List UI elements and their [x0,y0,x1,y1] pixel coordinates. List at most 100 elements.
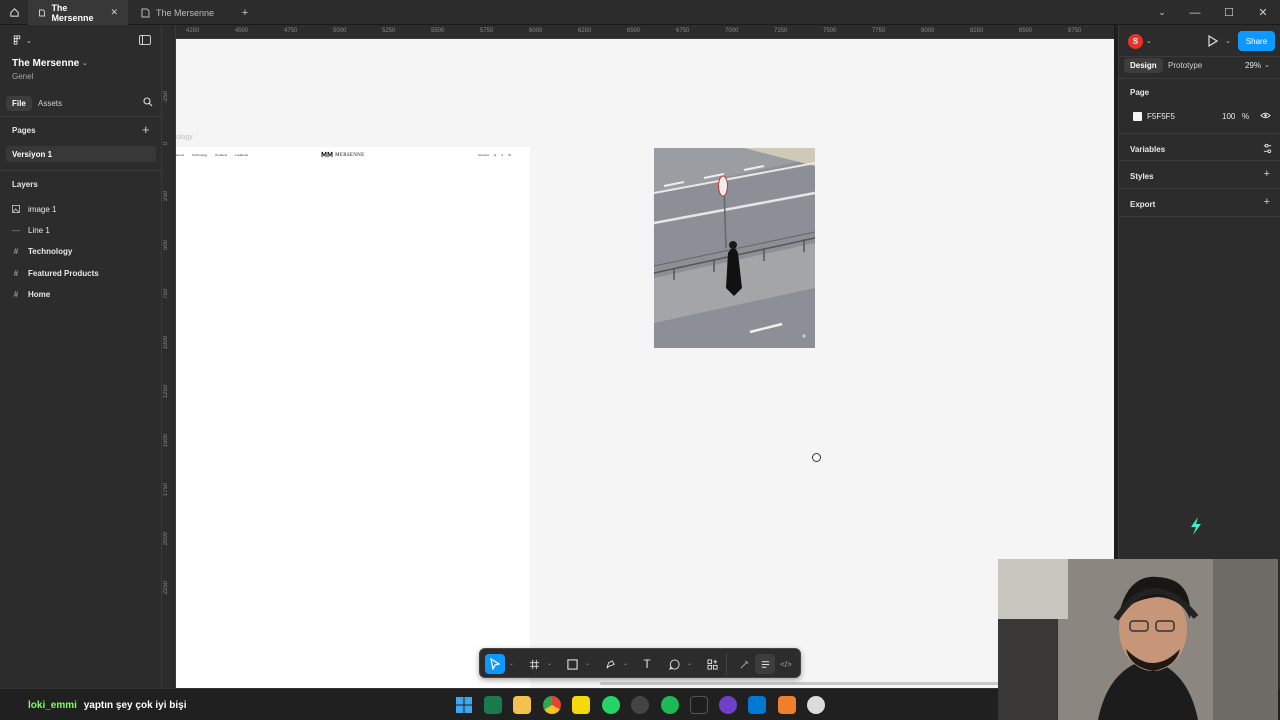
variables-icon[interactable] [1262,143,1273,157]
chevron-down-icon[interactable]: ⌄ [1225,37,1231,45]
chevron-down-icon[interactable]: ⌄ [585,660,590,667]
sticky-notes-icon[interactable] [572,696,590,714]
tab-the-mersenne[interactable]: The Mersenne [130,0,230,25]
comment-tool-icon[interactable] [664,654,684,674]
chrome-icon[interactable] [543,696,561,714]
rectangle-tool-icon[interactable] [562,654,582,674]
chevron-down-icon[interactable]: ⌄ [509,660,514,667]
stream-chat-message: loki_emmi yaptın şey çok iyi bişi [28,700,187,711]
add-export-icon[interactable]: + [1264,196,1270,208]
ruler-tick: 8000 [921,28,935,34]
frame-logo-text: MERSENNE [335,152,365,158]
close-window-icon[interactable]: ✕ [1246,0,1280,25]
windows-start-icon[interactable] [455,696,473,714]
ruler-tick: 8250 [970,28,984,34]
design-mode-icon[interactable] [755,654,775,674]
toggle-sidebar-icon[interactable] [139,35,151,45]
page-opacity[interactable]: 100 [1222,112,1235,121]
divider [1119,160,1280,161]
frame-label[interactable]: ology [176,134,193,141]
whatsapp-icon[interactable] [602,696,620,714]
github-desktop-icon[interactable] [719,696,737,714]
home-icon[interactable] [0,0,28,25]
layer-line-1[interactable]: — Line 1 [12,223,50,237]
layer-home[interactable]: # Home [12,287,50,301]
text-tool-icon[interactable]: T [637,654,657,674]
ruler-tick: 6750 [676,28,690,34]
main-menu-button[interactable]: ⌄ [12,35,32,46]
webcam-overlay [998,559,1278,720]
tab-design[interactable]: Design [1124,58,1163,73]
chat-username: loki_emmi [28,700,77,711]
frame-logo: ⅯⅯ MERSENNE [321,151,364,159]
variables-title: Variables [1130,145,1166,154]
ruler-tick: -250 [163,91,169,104]
chevron-down-icon[interactable]: ⌄ [1264,61,1270,69]
xampp-icon[interactable] [778,696,796,714]
obs-icon[interactable] [631,696,649,714]
eye-icon[interactable] [1260,111,1271,123]
task-view-icon[interactable] [484,696,502,714]
design-canvas[interactable]: ology Home Technology Products Lookbook … [176,39,1114,688]
new-tab-icon[interactable]: + [228,0,262,25]
add-page-icon[interactable]: + [142,122,150,137]
chevron-down-icon[interactable]: ⌄ [687,660,692,667]
file-explorer-icon[interactable] [513,696,531,714]
mersenne-logo-icon: ⅯⅯ [321,152,334,159]
tab-label: The Mersenne [156,7,215,18]
figma-taskbar-icon[interactable] [690,696,708,714]
search-icon[interactable] [143,97,153,110]
app-icon[interactable] [807,696,825,714]
page-color-hex[interactable]: F5F5F5 [1147,112,1175,121]
chevron-down-icon[interactable]: ⌄ [547,660,552,667]
frame-icon: # [13,246,19,256]
page-color-swatch[interactable] [1133,112,1142,121]
ruler-tick: 7000 [725,28,739,34]
layer-label: image 1 [28,204,57,214]
draw-mode-icon[interactable] [734,654,754,674]
frame-nav-item: Account [478,153,489,157]
avatar[interactable]: S [1128,34,1143,49]
divider [0,116,162,117]
close-tab-icon[interactable]: ✕ [110,7,118,18]
page-item-versiyon-1[interactable]: Versiyon 1 [6,146,156,162]
chevron-down-icon[interactable]: ⌄ [82,59,88,67]
chevron-down-icon[interactable]: ⌄ [1145,0,1179,25]
horizontal-scrollbar[interactable] [600,682,1000,685]
chevron-down-icon[interactable]: ⌄ [1146,37,1152,45]
pen-tool-icon[interactable] [600,654,620,674]
zoom-level[interactable]: 29% [1245,61,1261,70]
minimize-icon[interactable]: — [1178,0,1212,25]
tab-label: The Mersenne [51,2,94,23]
frame-tool-icon[interactable] [524,654,544,674]
add-style-icon[interactable]: + [1264,168,1270,180]
frame-home[interactable]: Home Technology Products Lookbook ⅯⅯ MER… [176,147,530,688]
move-tool-icon[interactable] [485,654,505,674]
vscode-icon[interactable] [748,696,766,714]
ruler-tick: 750 [163,289,169,300]
ruler-tick: 1500 [163,434,169,448]
frame-icon: # [13,268,19,278]
styles-title: Styles [1130,172,1154,181]
layer-technology[interactable]: # Technology [12,244,73,258]
layer-label: Home [28,289,51,299]
dev-mode-icon[interactable]: </> [776,654,796,674]
tab-assets[interactable]: Assets [38,99,62,108]
actions-tool-icon[interactable] [702,654,722,674]
divider [1119,188,1280,189]
spotify-icon[interactable] [661,696,679,714]
frame-nav-item: Technology [192,153,208,157]
share-button[interactable]: Share [1238,31,1275,51]
tab-prototype[interactable]: Prototype [1168,61,1202,70]
layer-featured-products[interactable]: # Featured Products [12,266,99,280]
tab-the-mersenne-active[interactable]: The Mersenne ✕ [28,0,128,25]
project-name[interactable]: The Mersenne [12,58,79,69]
maximize-icon[interactable]: ☐ [1212,0,1246,25]
image-1[interactable] [654,148,815,348]
frame-nav-item: W [508,153,512,157]
divider [1119,56,1280,57]
play-icon[interactable] [1208,34,1219,50]
chevron-down-icon[interactable]: ⌄ [623,660,628,667]
layer-image-1[interactable]: image 1 [12,202,56,216]
tab-file[interactable]: File [6,96,32,111]
